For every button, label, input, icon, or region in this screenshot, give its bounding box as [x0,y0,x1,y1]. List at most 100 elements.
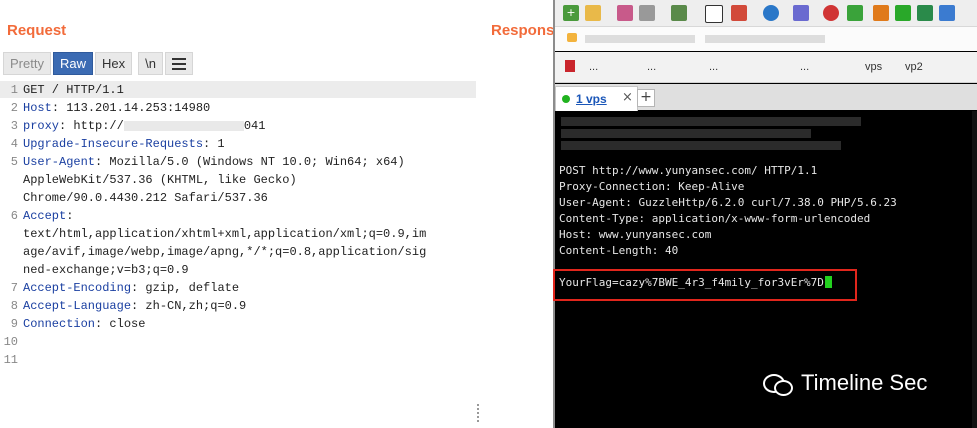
bookmark-item[interactable]: ... [709,61,718,73]
header-value: ned-exchange;v=b3;q=0.9 [23,263,189,277]
bookmark-item-vp2[interactable]: vp2 [905,61,923,73]
bookmark-item[interactable]: ... [589,61,598,73]
request-line: proxy: http:// 041 [23,119,265,133]
scrollbar[interactable] [972,111,977,428]
response-title: Respons [491,22,555,39]
terminal-line: Host: www.yunyansec.com [559,228,712,241]
request-line: Upgrade-Insecure-Requests: 1 [23,137,225,151]
watermark: Timeline Sec [763,370,927,396]
tab-vps[interactable]: 1 vps × [555,86,638,111]
header-value: GET / HTTP/1.1 [23,83,124,97]
header-value: : zh-CN,zh;q=0.9 [131,299,247,313]
header-value: : gzip, deflate [131,281,240,295]
resize-grip-icon[interactable] [477,404,481,422]
header-value: text/html,application/xhtml+xml,applicat… [23,227,427,241]
line-number: 1 [10,83,18,97]
record-icon[interactable] [823,5,839,21]
burp-panel: Request Respons Pretty Raw Hex \n 1 GET /… [0,0,555,428]
session-bookmarks: ... ... ... ... vps vp2 [555,52,977,83]
redacted-output [561,117,861,126]
search-icon[interactable] [705,5,723,23]
open-folder-icon[interactable] [585,5,601,21]
bookmark-icon [565,60,575,72]
header-value: age/avif,image/webp,image/apng,*/*;q=0.8… [23,245,427,259]
request-line: Connection: close [23,317,145,331]
bookmark-item[interactable]: ... [800,61,809,73]
line-number: 5 [10,155,18,169]
transfer-icon[interactable] [731,5,747,21]
header-value: : close [95,317,146,331]
terminal-line: Content-Type: application/x-www-form-url… [559,212,871,225]
new-session-icon[interactable]: + [563,5,579,21]
fullscreen-icon[interactable] [895,5,911,21]
sftp-icon[interactable] [671,5,687,21]
lock-icon [567,33,577,42]
cursor [824,276,832,288]
line-number: 6 [10,209,18,223]
line-number: 10 [3,335,18,349]
request-line: text/html,application/xhtml+xml,applicat… [23,227,426,241]
layout-icon[interactable] [917,5,933,21]
request-line: Host: 113.201.14.253:14980 [23,101,210,115]
terminal-toolbar: + [555,0,977,27]
request-line: Accept-Encoding: gzip, deflate [23,281,239,295]
address-bar[interactable] [555,27,977,51]
menu-icon[interactable] [164,52,193,75]
header-name: User-Agent [23,155,96,169]
header-name: proxy [23,119,60,133]
header-name: Host [23,101,52,115]
header-value: : [66,209,74,223]
script-icon[interactable] [847,5,863,21]
request-title: Request [7,22,67,39]
header-name: Upgrade-Insecure-Requests [23,137,204,151]
redacted-address [585,35,695,43]
bookmark-item[interactable]: ... [647,61,656,73]
wechat-icon [763,371,793,396]
tool-icon[interactable] [873,5,889,21]
request-line: Accept: [23,209,73,223]
terminal-line: Content-Length: 40 [559,244,679,257]
header-value: : 1 [203,137,225,151]
header-name: Connection [23,317,96,331]
redacted-address [123,120,244,131]
terminal-line: User-Agent: GuzzleHttp/6.2.0 curl/7.38.0… [559,196,897,209]
terminal-line: POST http://www.yunyansec.com/ HTTP/1.1 [559,164,818,177]
session-tabs: 1 vps × + [555,84,977,111]
proxy-port: 041 [243,119,266,133]
flag-text: YourFlag=cazy%7BWE_4r3_f4mily_for3vEr%7D [559,276,824,289]
tab-hex[interactable]: Hex [94,52,133,75]
request-line: GET / HTTP/1.1 [23,83,124,97]
request-line: Accept-Language: zh-CN,zh;q=0.9 [23,299,246,313]
terminal-output[interactable]: POST http://www.yunyansec.com/ HTTP/1.1 … [553,111,977,428]
header-value: : 113.201.14.253:14980 [51,101,211,115]
terminal-line: Proxy-Connection: Keep-Alive [559,180,745,193]
new-tab-button[interactable]: + [637,89,655,107]
tab-pretty[interactable]: Pretty [3,52,51,75]
redacted-output [561,129,811,138]
header-name: Accept [23,209,67,223]
globe-icon[interactable] [763,5,779,21]
tab-raw[interactable]: Raw [52,52,93,75]
keyboard-icon[interactable] [939,5,955,21]
header-value: : Mozilla/5.0 (Windows NT 10.0; Win64; x… [95,155,405,169]
request-editor[interactable]: 1 GET / HTTP/1.1 2 Host: 113.201.14.253:149… [0,81,476,382]
redacted-output [561,141,841,150]
connected-icon [562,95,570,103]
request-line: ned-exchange;v=b3;q=0.9 [23,263,189,277]
line-number: 4 [10,137,18,151]
line-number: 3 [10,119,18,133]
copy-icon[interactable] [639,5,655,21]
bookmark-item-vps[interactable]: vps [865,61,882,73]
watermark-text: Timeline Sec [801,370,928,395]
tab-vps-label: 1 vps [576,92,607,106]
close-icon[interactable]: × [622,90,633,105]
request-line: age/avif,image/webp,image/apng,*/*;q=0.8… [23,245,426,259]
font-icon[interactable] [793,5,809,21]
line-number: 2 [10,101,18,115]
newline-toggle[interactable]: \n [138,52,163,75]
link-icon[interactable] [617,5,633,21]
request-line: Chrome/90.0.4430.212 Safari/537.36 [23,191,268,205]
terminal-window: + ... ... ... ... vps vp2 1 vps × + POST… [553,0,977,428]
line-number: 7 [10,281,18,295]
flag-line: YourFlag=cazy%7BWE_4r3_f4mily_for3vEr%7D [559,276,832,289]
